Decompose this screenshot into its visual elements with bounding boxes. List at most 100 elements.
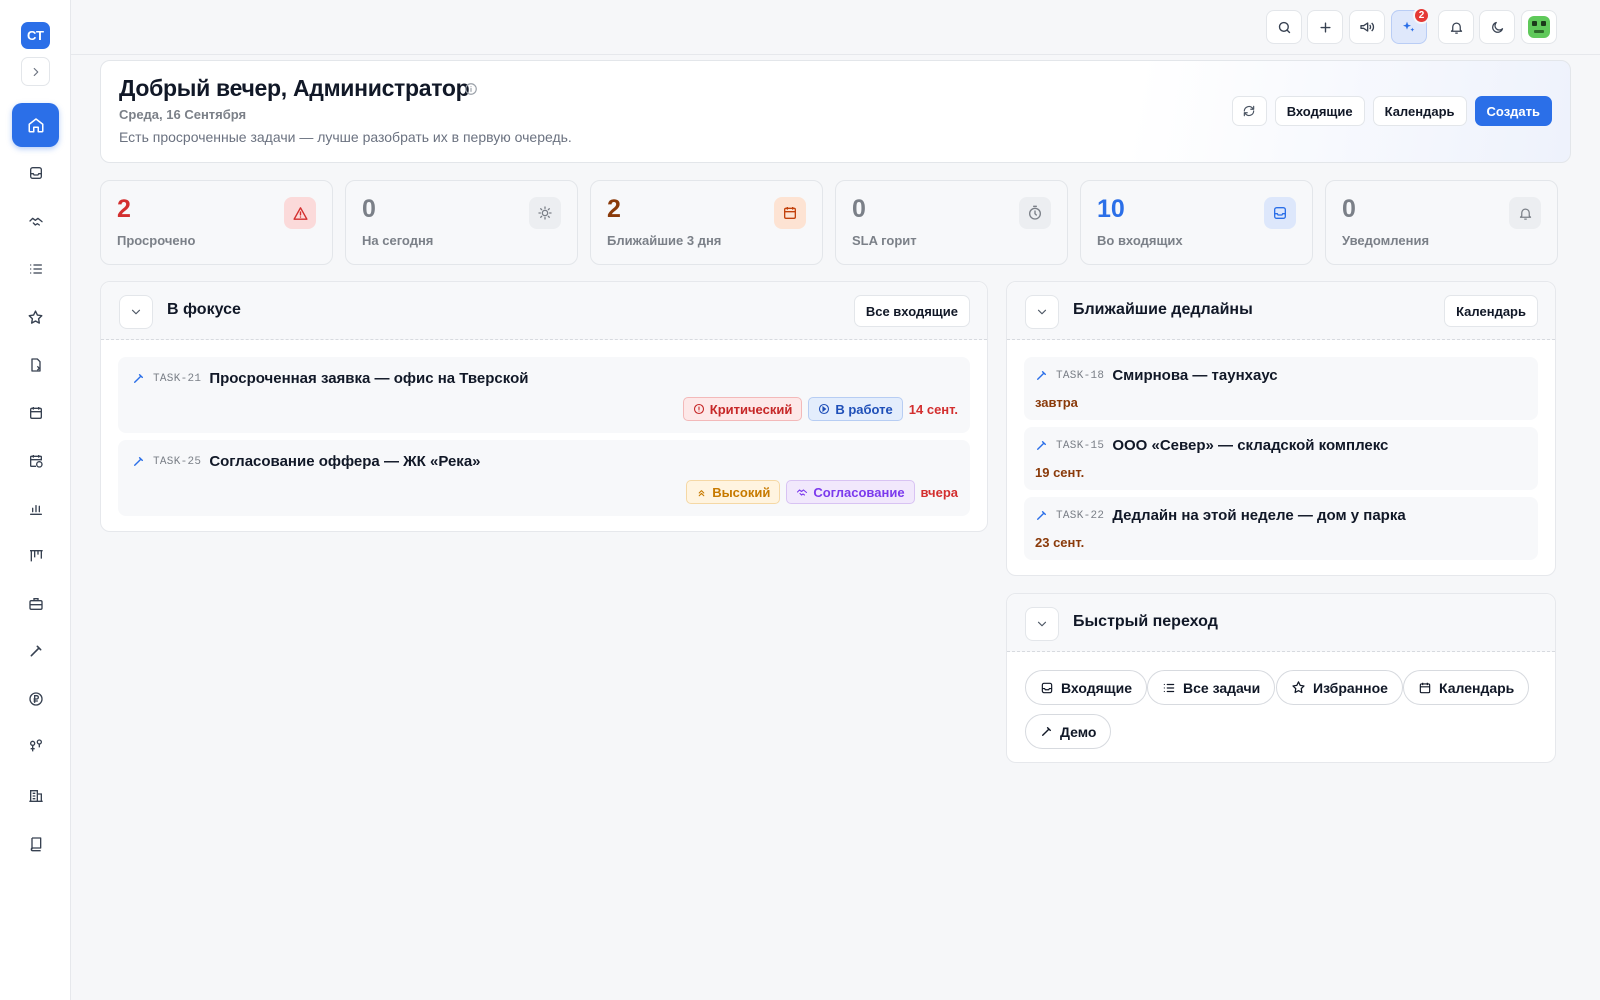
stat-today[interactable]: 0 На сегодня [345, 180, 578, 265]
bell-icon [1509, 197, 1541, 229]
sidebar-item-projects[interactable] [12, 582, 59, 626]
sidebar-item-inbox[interactable] [12, 151, 59, 195]
theme-toggle-button[interactable] [1479, 10, 1515, 44]
sidebar-item-finance[interactable] [12, 677, 59, 721]
calendar-clock-icon [29, 455, 43, 468]
task-card[interactable]: TASK-25 Согласование оффера — ЖК «Река» … [118, 440, 970, 516]
priority-label: Высокий [712, 484, 771, 500]
quick-link-inbox[interactable]: Входящие [1025, 670, 1147, 705]
sidebar-item-documents[interactable] [12, 343, 59, 387]
play-circle-icon [819, 403, 830, 415]
deadline-item[interactable]: TASK-22 Дедлайн на этой неделе — дом у п… [1024, 497, 1538, 560]
inbox-icon [29, 167, 42, 179]
deadline-item[interactable]: TASK-15 ООО «Север» — складской комплекс… [1024, 427, 1538, 490]
announcements-button[interactable] [1349, 10, 1385, 44]
task-title: Согласование оффера — ЖК «Река» [209, 453, 481, 470]
sidebar-item-tasks[interactable] [12, 247, 59, 291]
focus-panel: В фокусе Все входящие TASK-21 Просроченн… [100, 281, 988, 532]
sidebar-expand-button[interactable] [21, 57, 50, 86]
notifications-button[interactable] [1438, 10, 1474, 44]
building-icon [28, 790, 43, 802]
sidebar-item-objects[interactable] [12, 774, 59, 818]
handshake-icon [28, 217, 43, 226]
task-title: Просроченная заявка — офис на Тверской [209, 370, 529, 387]
task-key: TASK-21 [153, 372, 202, 385]
stat-value: 0 [852, 195, 866, 223]
task-key: TASK-18 [1056, 369, 1105, 382]
chevron-down-icon [131, 309, 141, 315]
priority-badge: Критический [682, 397, 803, 421]
briefcase-icon [28, 598, 43, 610]
sidebar-item-board[interactable] [12, 534, 59, 578]
deadline-item[interactable]: TASK-18 Смирнова — таунхаус завтра [1024, 357, 1538, 420]
stat-label: SLA горит [852, 233, 917, 248]
search-button[interactable] [1266, 10, 1302, 44]
stat-next-3-days[interactable]: 2 Ближайшие 3 дня [590, 180, 823, 265]
add-button[interactable] [1307, 10, 1343, 44]
chevron-down-icon [1037, 621, 1047, 627]
users-icon [29, 739, 42, 752]
wrench-icon [134, 374, 143, 383]
calendar-icon [774, 197, 806, 229]
document-icon [30, 358, 41, 372]
ai-assistant-button[interactable]: 2 [1391, 7, 1430, 44]
kanban-icon [29, 550, 43, 562]
calendar-button[interactable]: Календарь [1372, 96, 1467, 126]
sidebar-item-docs[interactable] [12, 822, 59, 866]
sidebar: СТ [0, 0, 71, 1000]
all-inbox-button[interactable]: Все входящие [853, 295, 970, 327]
collapse-deadlines-button[interactable] [1025, 295, 1059, 329]
task-key: TASK-22 [1056, 509, 1105, 522]
info-icon[interactable] [464, 82, 478, 96]
chevron-down-icon [1037, 309, 1047, 315]
inbox-button[interactable]: Входящие [1274, 96, 1365, 126]
handshake-icon [797, 489, 808, 496]
stat-overdue[interactable]: 2 Просрочено [100, 180, 333, 265]
collapse-quick-button[interactable] [1025, 607, 1059, 641]
sidebar-item-deals[interactable] [12, 199, 59, 243]
plus-icon [1319, 21, 1331, 33]
stat-value: 10 [1097, 195, 1125, 223]
task-card[interactable]: TASK-21 Просроченная заявка — офис на Тв… [118, 357, 970, 433]
stat-inbox[interactable]: 10 Во входящих [1080, 180, 1313, 265]
quick-link-all-tasks[interactable]: Все задачи [1147, 670, 1276, 705]
quick-link-favorites[interactable]: Избранное [1276, 670, 1403, 705]
user-avatar[interactable] [1521, 10, 1557, 44]
list-icon [1163, 683, 1175, 692]
sidebar-item-schedule[interactable] [12, 439, 59, 483]
top-bar: 2 [71, 0, 1600, 55]
chevrons-up-icon [698, 489, 705, 496]
sidebar-item-team[interactable] [12, 724, 59, 768]
wrench-icon [30, 645, 41, 657]
star-icon [28, 309, 43, 324]
due-date: 14 сент. [908, 401, 958, 417]
avatar [1528, 16, 1550, 38]
deadline-date: 23 сент. [1035, 535, 1085, 550]
deadlines-calendar-button[interactable]: Календарь [1444, 295, 1538, 327]
sidebar-item-demo[interactable] [12, 629, 59, 673]
stat-notifications[interactable]: 0 Уведомления [1325, 180, 1558, 265]
stat-sla[interactable]: 0 SLA горит [835, 180, 1068, 265]
quick-link-demo[interactable]: Демо [1025, 714, 1112, 749]
brand-logo[interactable]: СТ [21, 22, 50, 49]
collapse-focus-button[interactable] [119, 295, 153, 329]
quick-link-calendar[interactable]: Календарь [1403, 670, 1530, 705]
sidebar-item-reports[interactable] [12, 487, 59, 531]
status-label: Согласование [813, 484, 905, 500]
stat-value: 0 [362, 195, 376, 223]
brand-initials: СТ [26, 28, 44, 43]
status-badge: Согласование [786, 480, 915, 504]
sidebar-item-favorites[interactable] [12, 295, 59, 339]
quick-link-label: Все задачи [1183, 679, 1261, 696]
priority-label: Критический [709, 401, 793, 417]
inbox-icon [1264, 197, 1296, 229]
quick-link-label: Входящие [1061, 679, 1132, 696]
sidebar-item-home[interactable] [12, 103, 59, 147]
sidebar-item-calendar[interactable] [12, 391, 59, 435]
create-button[interactable]: Создать [1474, 96, 1552, 126]
panel-title: Быстрый переход [1073, 613, 1218, 630]
deadlines-panel: Ближайшие дедлайны Календарь TASK-18 Сми… [1006, 281, 1556, 576]
refresh-button[interactable] [1231, 96, 1267, 126]
bell-icon [1450, 22, 1462, 34]
ai-badge: 2 [1413, 7, 1430, 24]
